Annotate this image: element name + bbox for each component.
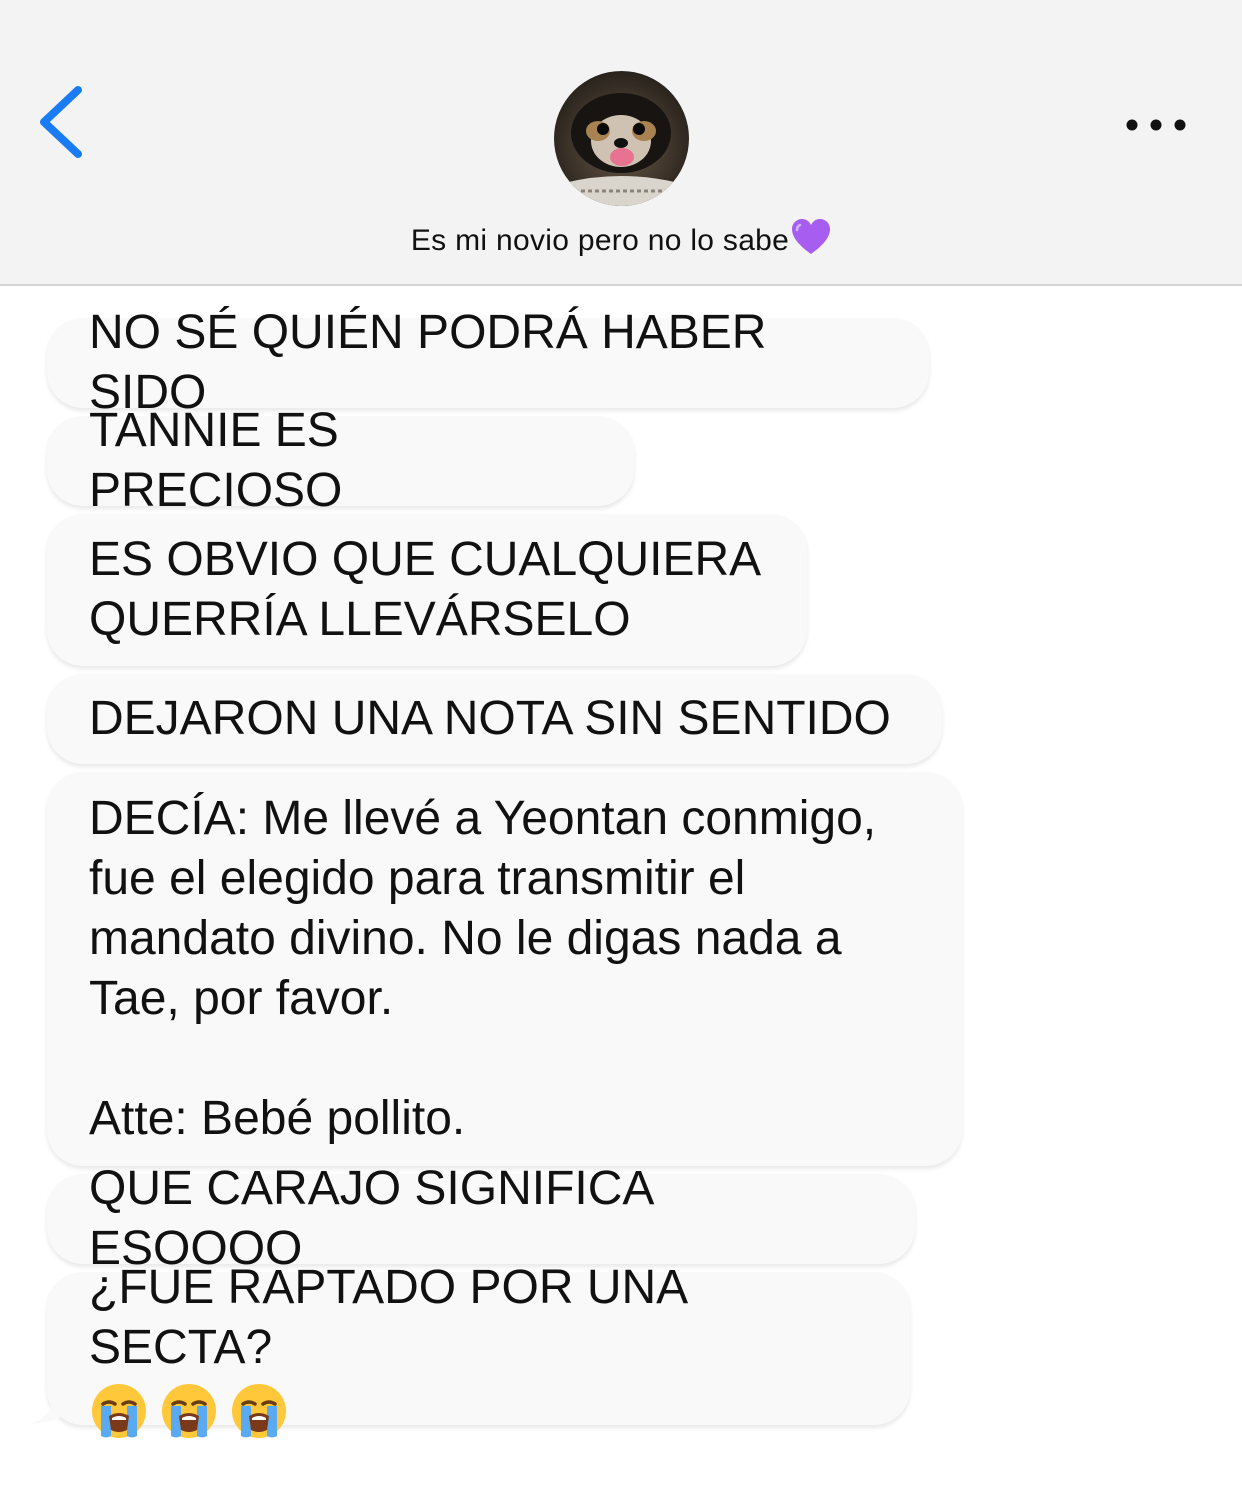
message-text: ES OBVIO QUE CUALQUIERA QUERRÍA LLEVÁRSE… — [89, 533, 762, 646]
emoji-row — [89, 1382, 870, 1440]
message-bubble[interactable]: ¿FUE RAPTADO POR UNA SECTA? — [47, 1261, 910, 1438]
message-text: ¿FUE RAPTADO POR UNA SECTA? — [89, 1260, 699, 1374]
message-bubble[interactable]: DECÍA: Me llevé a Yeontan conmigo, fue e… — [47, 772, 962, 1166]
ellipsis-icon — [1126, 119, 1186, 131]
loudly-crying-face-icon — [232, 1383, 286, 1438]
back-button[interactable] — [30, 80, 100, 170]
contact-name[interactable]: Es mi novio pero no lo sabe — [0, 218, 1242, 264]
bubble-tail — [30, 1390, 68, 1424]
loudly-crying-face-icon — [162, 1383, 216, 1438]
dog-avatar — [554, 71, 689, 206]
loudly-crying-face-icon — [92, 1383, 146, 1438]
message-text: DECÍA: Me llevé a Yeontan conmigo, fue e… — [89, 792, 877, 1145]
more-options-button[interactable] — [1118, 104, 1194, 146]
message-bubble[interactable]: DEJARON UNA NOTA SIN SENTIDO — [47, 674, 942, 764]
message-bubble[interactable]: NO SÉ QUIÉN PODRÁ HABER SIDO — [47, 306, 929, 419]
avatar[interactable] — [554, 71, 689, 206]
message-bubble[interactable]: ES OBVIO QUE CUALQUIERA QUERRÍA LLEVÁRSE… — [47, 514, 807, 666]
message-text: DEJARON UNA NOTA SIN SENTIDO — [89, 692, 891, 745]
message-bubble[interactable]: TANNIE ES PRECIOSO — [47, 404, 634, 517]
message-text: TANNIE ES PRECIOSO — [89, 404, 353, 517]
message-bubble[interactable]: QUE CARAJO SIGNIFICA ESOOOO — [47, 1162, 915, 1275]
contact-name-text: Es mi novio pero no lo sabe — [410, 224, 790, 257]
chevron-left-icon — [40, 86, 82, 158]
chat-header: Es mi novio pero no lo sabe — [0, 0, 1242, 286]
message-list[interactable]: NO SÉ QUIÉN PODRÁ HABER SIDO TANNIE ES P… — [0, 286, 1242, 1505]
purple-heart-icon — [791, 218, 831, 264]
